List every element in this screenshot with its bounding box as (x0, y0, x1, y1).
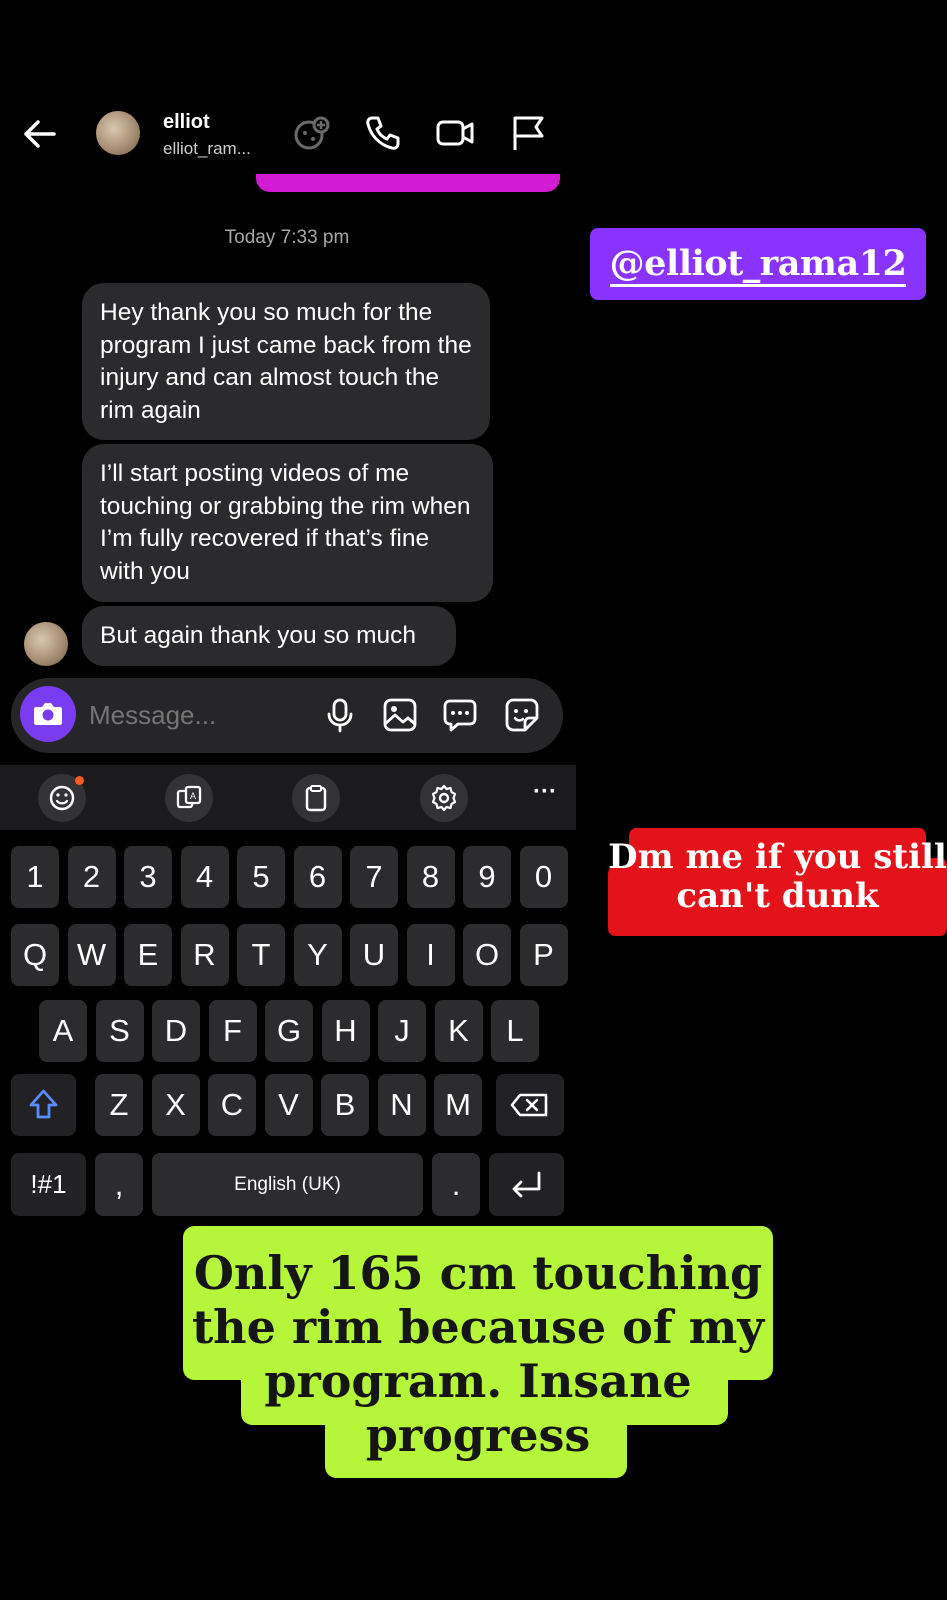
key-j[interactable]: J (378, 1000, 426, 1062)
key-g[interactable]: G (265, 1000, 313, 1062)
key-7[interactable]: 7 (350, 846, 398, 908)
key-q[interactable]: Q (11, 924, 59, 986)
period-key[interactable]: . (432, 1153, 480, 1216)
video-icon[interactable] (435, 113, 475, 153)
key-v[interactable]: V (264, 1074, 313, 1136)
message-input[interactable] (89, 700, 299, 731)
message-bubble[interactable]: But again thank you so much (82, 606, 456, 666)
shift-key[interactable] (11, 1074, 76, 1136)
key-r[interactable]: R (180, 924, 229, 986)
key-f[interactable]: F (208, 1000, 257, 1062)
shift-icon (29, 1089, 58, 1119)
phone-icon[interactable] (363, 113, 403, 153)
contact-handle[interactable]: elliot_ram... (163, 139, 251, 159)
more-icon[interactable]: ··· (530, 780, 560, 810)
key-4[interactable]: 4 (180, 846, 229, 908)
key-m[interactable]: M (434, 1074, 482, 1136)
keyboard-toolbar (0, 765, 576, 830)
key-0[interactable]: 0 (519, 846, 568, 908)
camera-button[interactable] (20, 686, 76, 742)
key-c[interactable]: C (208, 1074, 256, 1136)
key-w[interactable]: W (67, 924, 116, 986)
key-k[interactable]: K (434, 1000, 483, 1062)
key-n[interactable]: N (377, 1074, 426, 1136)
key-6[interactable]: 6 (293, 846, 342, 908)
effects-icon[interactable] (292, 113, 332, 153)
key-y[interactable]: Y (293, 924, 342, 986)
back-arrow-icon[interactable] (20, 114, 60, 154)
clipboard-icon[interactable] (292, 774, 340, 822)
comma-key[interactable]: , (95, 1153, 143, 1216)
message-bubble[interactable]: Hey thank you so much for the program I … (82, 283, 490, 440)
key-b[interactable]: B (321, 1074, 369, 1136)
key-1[interactable]: 1 (11, 846, 59, 908)
sender-avatar (24, 622, 68, 666)
mention-sticker[interactable]: @elliot_rama12 (590, 228, 926, 300)
chat-bubble-icon[interactable] (441, 696, 479, 734)
symbols-key[interactable]: !#1 (11, 1153, 86, 1216)
settings-icon[interactable] (420, 774, 468, 822)
flag-icon[interactable] (508, 113, 548, 153)
backspace-key[interactable] (496, 1074, 564, 1136)
contact-name[interactable]: elliot (163, 111, 210, 134)
mention-text: @elliot_rama12 (609, 243, 907, 287)
notification-dot (75, 776, 84, 785)
key-d[interactable]: D (152, 1000, 200, 1062)
key-x[interactable]: X (151, 1074, 200, 1136)
key-z[interactable]: Z (95, 1074, 143, 1136)
key-l[interactable]: L (491, 1000, 539, 1062)
enter-key[interactable] (489, 1153, 564, 1216)
translate-icon[interactable]: A (165, 774, 213, 822)
key-8[interactable]: 8 (406, 846, 455, 908)
gallery-icon[interactable] (381, 696, 419, 734)
key-3[interactable]: 3 (124, 846, 172, 908)
message-bubble[interactable]: I’ll start posting videos of me touching… (82, 444, 493, 602)
message-timestamp: Today 7:33 pm (224, 227, 350, 248)
green-sticker-text: Only 165 cm touching the rim because of … (191, 1246, 765, 1462)
key-2[interactable]: 2 (67, 846, 116, 908)
avatar[interactable] (96, 111, 140, 155)
camera-icon (34, 703, 62, 725)
backspace-icon (510, 1093, 548, 1117)
key-p[interactable]: P (519, 924, 568, 986)
key-s[interactable]: S (95, 1000, 144, 1062)
key-a[interactable]: A (39, 1000, 87, 1062)
key-t[interactable]: T (237, 924, 285, 986)
key-o[interactable]: O (463, 924, 511, 986)
sticker-icon[interactable] (503, 696, 541, 734)
active-call-bar[interactable] (256, 174, 560, 192)
key-h[interactable]: H (321, 1000, 370, 1062)
key-e[interactable]: E (124, 924, 172, 986)
key-9[interactable]: 9 (463, 846, 511, 908)
key-i[interactable]: I (406, 924, 455, 986)
enter-icon (512, 1171, 541, 1198)
key-5[interactable]: 5 (237, 846, 285, 908)
red-sticker-text: Dm me if you still can't dunk (608, 837, 947, 916)
microphone-icon[interactable] (321, 696, 359, 734)
svg-text:A: A (190, 791, 196, 801)
key-u[interactable]: U (350, 924, 398, 986)
space-key[interactable]: English (UK) (152, 1153, 423, 1216)
